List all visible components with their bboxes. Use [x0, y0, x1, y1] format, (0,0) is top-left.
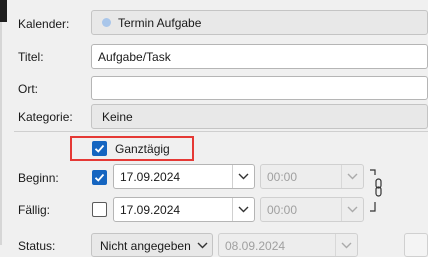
calendar-select[interactable]: Termin Aufgabe	[91, 10, 428, 35]
chevron-down-icon	[238, 173, 249, 180]
status-value: Nicht angegeben	[100, 239, 191, 253]
window-edge	[0, 0, 7, 22]
checkmark-icon	[94, 144, 105, 153]
title-input[interactable]: Aufgabe/Task	[91, 44, 428, 69]
start-time-dropdown[interactable]	[341, 165, 363, 188]
all-day-label: Ganztägig	[115, 142, 170, 156]
chevron-down-icon	[347, 173, 358, 180]
chevron-down-icon	[341, 242, 352, 249]
due-label: Fällig:	[18, 203, 51, 217]
chain-link-icon	[370, 169, 382, 212]
chevron-down-icon	[238, 206, 249, 213]
due-time-picker[interactable]: 00:00	[260, 197, 364, 222]
status-date-dropdown[interactable]	[335, 234, 357, 256]
title-value: Aufgabe/Task	[98, 50, 171, 64]
due-checkbox[interactable]	[92, 202, 107, 217]
link-dates-toggle[interactable]	[368, 169, 382, 215]
status-date-picker[interactable]: 08.09.2024	[218, 233, 358, 257]
category-label: Kategorie:	[18, 110, 73, 124]
chevron-down-icon	[197, 242, 208, 249]
category-value: Keine	[102, 110, 133, 124]
chevron-down-icon	[347, 206, 358, 213]
start-checkbox[interactable]	[92, 170, 107, 185]
due-date-picker[interactable]: 17.09.2024	[113, 197, 255, 222]
category-select[interactable]: Keine	[91, 104, 428, 129]
status-select[interactable]: Nicht angegeben	[91, 233, 213, 257]
checkmark-icon	[94, 173, 105, 182]
status-label: Status:	[18, 239, 56, 253]
status-date-value: 08.09.2024	[225, 239, 286, 253]
all-day-checkbox[interactable]	[92, 141, 107, 156]
window-border	[0, 22, 2, 245]
due-time-dropdown[interactable]	[341, 198, 363, 221]
start-label: Beginn:	[18, 171, 59, 185]
calendar-value: Termin Aufgabe	[118, 16, 202, 30]
due-time-value: 00:00	[267, 203, 298, 217]
due-date-dropdown[interactable]	[232, 198, 254, 221]
divider	[14, 131, 428, 132]
title-label: Titel:	[18, 50, 44, 64]
start-date-value: 17.09.2024	[120, 170, 181, 184]
start-time-value: 00:00	[267, 170, 298, 184]
start-time-picker[interactable]: 00:00	[260, 164, 364, 189]
status-percent-input[interactable]	[404, 233, 428, 257]
start-date-picker[interactable]: 17.09.2024	[113, 164, 255, 189]
calendar-label: Kalender:	[18, 17, 70, 31]
location-input[interactable]	[91, 76, 428, 100]
due-date-value: 17.09.2024	[120, 203, 181, 217]
status-dropdown[interactable]	[194, 234, 212, 256]
calendar-color-dot	[102, 18, 111, 27]
location-label: Ort:	[18, 82, 38, 96]
start-date-dropdown[interactable]	[232, 165, 254, 188]
